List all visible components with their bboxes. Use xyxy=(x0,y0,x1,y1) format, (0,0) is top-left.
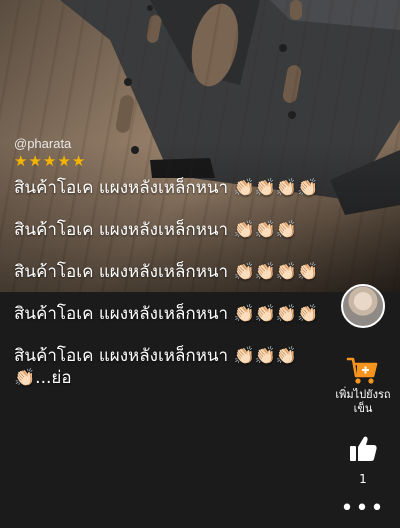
review-text-line-last: สินค้าโอเค แผงหลังเหล็กหนา 👏🏻👏🏻👏🏻👏🏻...ย่… xyxy=(14,345,334,389)
collapse-link[interactable]: ...ย่อ xyxy=(35,368,71,388)
like-button[interactable]: 1 xyxy=(348,434,378,486)
avatar[interactable] xyxy=(341,284,385,328)
review-caption: @pharata ★ ★ ★ ★ ★ สินค้าโอเค แผงหลังเหล… xyxy=(14,136,334,389)
username[interactable]: @pharata xyxy=(14,136,334,151)
thumbs-up-icon xyxy=(350,436,377,461)
star-icon: ★ xyxy=(28,152,42,170)
star-icon: ★ xyxy=(57,152,71,170)
star-icon: ★ xyxy=(14,152,28,170)
like-count: 1 xyxy=(359,472,367,486)
rating-stars: ★ ★ ★ ★ ★ xyxy=(14,154,334,169)
add-to-cart-button[interactable]: เพิ่มไปยังรถเข็น xyxy=(328,356,398,416)
review-text-line: สินค้าโอเค แผงหลังเหล็กหนา 👏🏻👏🏻👏🏻👏🏻 xyxy=(14,262,319,282)
review-text-line: สินค้าโอเค แผงหลังเหล็กหนา 👏🏻👏🏻👏🏻👏🏻 xyxy=(14,178,319,198)
star-icon: ★ xyxy=(71,152,86,170)
cart-icon xyxy=(346,357,378,384)
side-action-bar: เพิ่มไปยังรถเข็น 1 ••• xyxy=(326,284,400,520)
more-options-icon[interactable]: ••• xyxy=(341,498,386,520)
add-to-cart-label: เพิ่มไปยังรถเข็น xyxy=(335,388,391,415)
star-icon: ★ xyxy=(42,152,57,170)
review-text-line: สินค้าโอเค แผงหลังเหล็กหนา 👏🏻👏🏻👏🏻 xyxy=(14,220,297,240)
review-text-line: สินค้าโอเค แผงหลังเหล็กหนา 👏🏻👏🏻👏🏻👏🏻 xyxy=(14,304,319,324)
